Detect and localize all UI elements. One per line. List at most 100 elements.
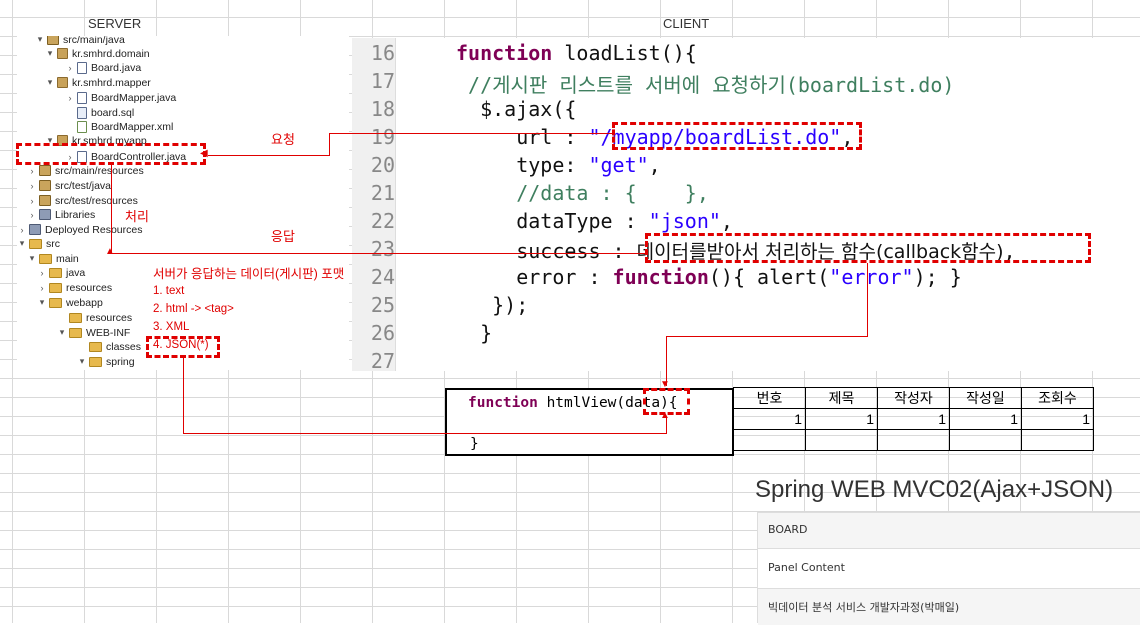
tree-item-label: classes [106, 340, 142, 353]
chevron-right-icon[interactable]: › [65, 93, 75, 103]
tree-item-label: resources [66, 281, 113, 294]
tree-item-spring[interactable]: ▾ spring [77, 354, 135, 369]
code-line-22: dataType : "json", [456, 209, 733, 233]
chevron-down-icon[interactable]: ▾ [57, 327, 67, 338]
src-icon [39, 165, 51, 176]
chevron-down-icon[interactable]: ▾ [37, 297, 47, 308]
tree-item-label: BoardMapper.xml [91, 120, 174, 133]
tree-item-java[interactable]: › java [37, 265, 86, 280]
chevron-down-icon[interactable]: ▾ [27, 253, 37, 264]
tree-item-label: BoardMapper.java [91, 91, 177, 104]
panel-heading-text: BOARD [768, 523, 808, 536]
line-number: 20 [370, 153, 395, 177]
table-cell [1021, 429, 1094, 451]
client-header: CLIENT [663, 16, 710, 31]
tree-item-webapp[interactable]: ▾ webapp [37, 295, 103, 310]
chevron-right-icon[interactable]: › [27, 196, 37, 206]
tree-item-label: kr.smhrd.domain [72, 47, 150, 60]
column-header-title: 제목 [805, 387, 878, 409]
tree-item-board-java[interactable]: › Board.java [65, 60, 141, 75]
tree-item-src[interactable]: ▾ src [17, 236, 60, 251]
json-connector-line [183, 358, 184, 433]
callback-connector-line [666, 336, 868, 337]
table-cell: 1 [1021, 408, 1094, 430]
table-row: 1 1 1 1 1 [733, 408, 1094, 430]
tree-item-classes[interactable]: classes [77, 339, 141, 354]
chevron-right-icon[interactable]: › [27, 166, 37, 176]
chevron-right-icon[interactable]: › [17, 225, 27, 235]
java-icon [77, 91, 87, 104]
fold-icon [89, 341, 102, 352]
chevron-right-icon[interactable]: › [27, 181, 37, 191]
pkg-icon [57, 48, 68, 59]
fold-icon [49, 297, 62, 308]
xml-icon [77, 120, 87, 133]
src-icon [39, 180, 51, 191]
tree-item-domain-package[interactable]: ▾ kr.smhrd.domain [45, 46, 150, 61]
chevron-right-icon[interactable]: › [65, 63, 75, 73]
tree-item-src-main-resources[interactable]: › src/main/resources [27, 163, 144, 178]
line-number-gutter: 16 17 18 19 20 21 22 23 24 25 26 27 [352, 38, 396, 373]
tree-item-main[interactable]: ▾ main [27, 251, 79, 266]
line-number: 22 [370, 209, 395, 233]
htmlview-close-brace: } [470, 436, 479, 452]
code-line-25: }); [456, 293, 529, 317]
tree-item-label: src/test/java [55, 179, 112, 192]
line-number: 21 [370, 181, 395, 205]
chevron-down-icon[interactable]: ▾ [35, 36, 45, 45]
tree-item-boardmapper-java[interactable]: › BoardMapper.java [65, 90, 176, 105]
line-number: 26 [370, 321, 395, 345]
tree-item-label: WEB-INF [86, 326, 131, 339]
tree-item-src-test-resources[interactable]: › src/test/resources [27, 193, 138, 208]
fold-icon [39, 253, 52, 264]
code-line-21: //data : { }, [456, 181, 709, 205]
tree-item-label: src/main/resources [55, 164, 144, 177]
chevron-down-icon[interactable]: ▾ [17, 238, 27, 249]
page-title: Spring WEB MVC02(Ajax+JSON) [755, 476, 1114, 503]
response-arrow-head-icon: ▲ [105, 246, 115, 257]
request-connector-line [329, 133, 330, 155]
chevron-down-icon[interactable]: ▾ [45, 48, 55, 59]
tree-item-resources[interactable]: › resources [37, 280, 113, 295]
process-label: 처리 [125, 209, 149, 224]
callback-highlight-box [645, 233, 1091, 263]
tree-item-label: src [46, 237, 60, 250]
table-cell: 1 [877, 408, 950, 430]
tree-item-label: src/main/java [63, 36, 125, 46]
json-arrow-head-icon: ▲ [660, 410, 670, 421]
tree-item-deployed-resources[interactable]: › Deployed Resources [17, 222, 143, 237]
tree-item-board-sql[interactable]: board.sql [65, 105, 134, 120]
lib-icon [29, 224, 41, 235]
tree-item-mapper-package[interactable]: ▾ kr.smhrd.mapper [45, 75, 151, 90]
format-item-text: 1. text [153, 285, 185, 297]
panel-body-text: Panel Content [768, 561, 845, 574]
table-cell [733, 429, 806, 451]
callback-arrow-head-icon: ▼ [660, 379, 670, 390]
src-icon [47, 36, 59, 45]
project-explorer-tree: ▾ src/main/java ▾ kr.smhrd.domain › Board.jav… [17, 36, 349, 370]
chevron-down-icon[interactable]: ▾ [45, 77, 55, 88]
tree-item-web-inf[interactable]: ▾ WEB-INF [57, 325, 131, 340]
tree-item-src-test-java[interactable]: › src/test/java [27, 178, 112, 193]
tree-item-libraries[interactable]: › Libraries [27, 207, 96, 222]
chevron-down-icon[interactable]: ▾ [77, 356, 87, 367]
tree-item-label: spring [106, 355, 135, 368]
tree-item-webapp-resources[interactable]: resources [57, 310, 132, 325]
tree-item-label: board.sql [91, 106, 135, 119]
chevron-right-icon[interactable]: › [27, 210, 37, 220]
chevron-right-icon[interactable]: › [37, 268, 47, 278]
fold-icon [29, 238, 42, 249]
fold-icon [69, 327, 82, 338]
tree-item-label: java [66, 266, 86, 279]
table-cell [949, 429, 1022, 451]
process-connector-line [111, 165, 112, 253]
code-line-20: type: "get", [456, 153, 661, 177]
chevron-right-icon[interactable]: › [37, 283, 47, 293]
line-number: 27 [370, 349, 395, 373]
line-number: 16 [370, 41, 395, 65]
line-number: 23 [370, 237, 395, 261]
json-highlight-box [146, 336, 220, 358]
tree-item-boardmapper-xml[interactable]: BoardMapper.xml [65, 119, 173, 134]
line-number: 24 [370, 265, 395, 289]
request-label: 요청 [271, 132, 295, 147]
